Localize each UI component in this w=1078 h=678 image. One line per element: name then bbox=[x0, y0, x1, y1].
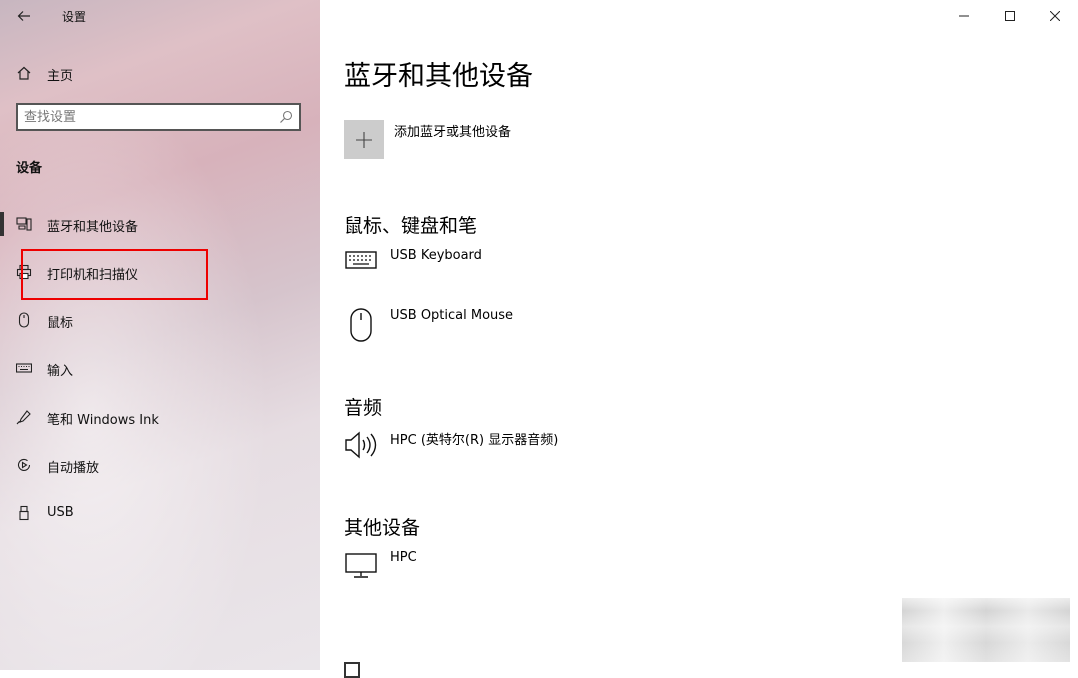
sidebar-item-autoplay[interactable]: 自动播放 bbox=[0, 445, 320, 485]
active-indicator bbox=[0, 212, 4, 236]
sidebar-item-bluetooth[interactable]: 蓝牙和其他设备 bbox=[0, 204, 320, 244]
device-item[interactable]: USB Keyboard bbox=[344, 248, 764, 298]
search-input[interactable] bbox=[24, 108, 274, 126]
checkbox[interactable] bbox=[344, 662, 360, 678]
sidebar-item-mouse[interactable]: 鼠标 bbox=[0, 300, 320, 340]
printer-icon bbox=[16, 264, 32, 280]
add-device-button[interactable] bbox=[344, 120, 384, 159]
sidebar: 设置 主页 设备 蓝牙和其他设备 打印机和扫描仪 鼠标 bbox=[0, 0, 320, 670]
back-button[interactable] bbox=[10, 4, 38, 28]
sidebar-item-printers[interactable]: 打印机和扫描仪 bbox=[0, 252, 320, 292]
device-name: HPC (英特尔(R) 显示器音频) bbox=[390, 433, 559, 448]
sidebar-item-usb[interactable]: USB bbox=[0, 493, 320, 533]
device-item[interactable]: HPC bbox=[344, 550, 764, 600]
sidebar-item-label: 蓝牙和其他设备 bbox=[47, 220, 139, 235]
device-name: USB Keyboard bbox=[390, 248, 482, 263]
sidebar-item-label: 笔和 Windows Ink bbox=[47, 413, 159, 428]
device-item[interactable]: USB Optical Mouse bbox=[344, 308, 764, 358]
mouse-device-icon bbox=[344, 308, 378, 348]
section-heading: 设备 bbox=[16, 161, 43, 176]
minimize-icon bbox=[959, 11, 969, 21]
minimize-button[interactable] bbox=[941, 0, 987, 32]
sidebar-item-label: 打印机和扫描仪 bbox=[47, 268, 139, 283]
plus-icon bbox=[356, 131, 372, 148]
device-name: USB Optical Mouse bbox=[390, 308, 514, 323]
maximize-button[interactable] bbox=[987, 0, 1033, 32]
main-content: 蓝牙和其他设备 添加蓝牙或其他设备 鼠标、键盘和笔 USB Keyboard U… bbox=[320, 0, 1078, 678]
close-button[interactable] bbox=[1032, 0, 1078, 32]
pen-icon bbox=[16, 409, 32, 425]
group-title: 其他设备 bbox=[344, 517, 421, 539]
sidebar-item-label: 输入 bbox=[47, 364, 74, 379]
search-icon[interactable] bbox=[279, 110, 293, 124]
sidebar-item-label: 自动播放 bbox=[47, 461, 100, 476]
add-device-label[interactable]: 添加蓝牙或其他设备 bbox=[394, 121, 511, 140]
mouse-icon bbox=[16, 312, 32, 328]
autoplay-icon bbox=[16, 457, 32, 473]
sidebar-item-label: USB bbox=[47, 505, 74, 520]
device-item[interactable]: HPC (英特尔(R) 显示器音频) bbox=[344, 429, 764, 479]
pixelated-overlay bbox=[902, 598, 1070, 662]
keyboard-icon bbox=[16, 360, 32, 376]
device-name: HPC bbox=[390, 550, 417, 565]
close-icon bbox=[1050, 11, 1060, 21]
monitor-icon bbox=[344, 550, 378, 590]
group-title: 鼠标、键盘和笔 bbox=[344, 215, 478, 237]
bluetooth-devices-icon bbox=[16, 216, 32, 232]
speaker-icon bbox=[344, 429, 378, 469]
keyboard-device-icon bbox=[344, 248, 378, 288]
sidebar-item-label: 主页 bbox=[47, 69, 74, 84]
group-title: 音频 bbox=[344, 397, 383, 419]
app-title: 设置 bbox=[62, 10, 87, 24]
sidebar-item-typing[interactable]: 输入 bbox=[0, 348, 320, 388]
page-title: 蓝牙和其他设备 bbox=[344, 61, 533, 92]
maximize-icon bbox=[1005, 11, 1015, 21]
sidebar-item-pen[interactable]: 笔和 Windows Ink bbox=[0, 397, 320, 437]
back-arrow-icon bbox=[17, 10, 31, 22]
usb-icon bbox=[16, 505, 32, 521]
sidebar-item-label: 鼠标 bbox=[47, 316, 74, 331]
search-box[interactable] bbox=[16, 103, 301, 131]
home-icon bbox=[16, 65, 32, 81]
sidebar-item-home[interactable]: 主页 bbox=[0, 53, 320, 93]
